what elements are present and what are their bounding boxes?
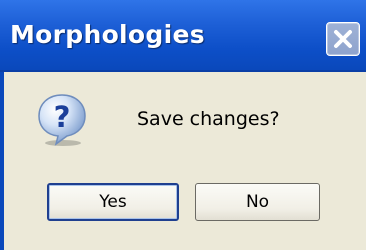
question-icon: ? [34,91,90,147]
close-icon [334,30,352,48]
dialog-window: Morphologies ? Save changes? Yes No [0,0,366,250]
no-button[interactable]: No [195,183,320,221]
window-title: Morphologies [10,20,205,49]
close-button[interactable] [326,22,360,56]
svg-text:?: ? [54,100,71,134]
dialog-message: Save changes? [137,108,280,130]
window-left-border [0,72,4,250]
title-bar[interactable]: Morphologies [0,0,366,72]
yes-button[interactable]: Yes [47,183,179,221]
